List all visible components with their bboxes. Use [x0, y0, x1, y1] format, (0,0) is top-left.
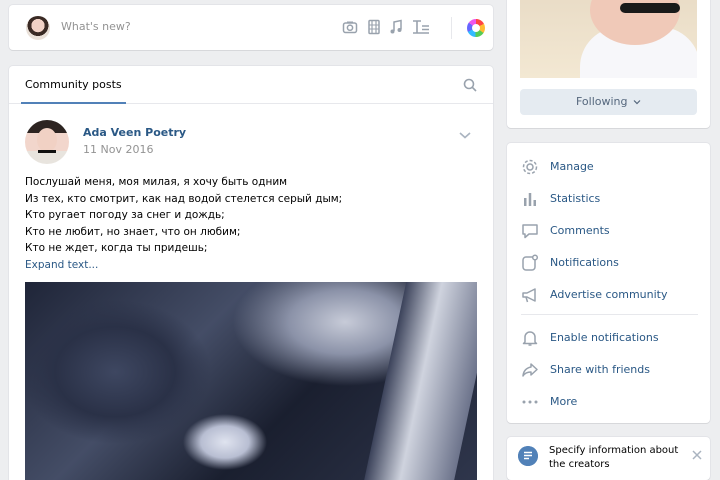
color-palette-icon[interactable] — [467, 19, 485, 37]
menu-divider — [521, 314, 698, 315]
menu-item-notifications[interactable]: Notifications — [521, 246, 701, 278]
post-text-line: Из тех, кто смотрит, как над водой стеле… — [25, 192, 343, 205]
community-avatar[interactable] — [25, 120, 69, 164]
whats-new-input[interactable]: What's new? — [61, 20, 131, 33]
menu-item-share[interactable]: Share with friends — [521, 353, 701, 385]
chevron-down-icon — [633, 100, 641, 105]
menu-label: Manage — [550, 160, 594, 173]
user-avatar[interactable] — [26, 16, 50, 40]
post-photo[interactable] — [25, 282, 477, 480]
tab-community-posts[interactable]: Community posts — [21, 78, 126, 104]
post-text-line: Кто не ждет, когда ты придешь; — [25, 242, 208, 254]
camera-icon[interactable] — [342, 19, 358, 35]
menu-label: Comments — [550, 224, 610, 237]
expand-text-link[interactable]: Expand text... — [25, 257, 477, 274]
bell-icon — [522, 331, 538, 346]
community-profile-card: Following — [507, 0, 710, 128]
article-icon[interactable] — [412, 19, 430, 35]
document-icon — [518, 446, 538, 466]
more-icon — [522, 400, 538, 404]
menu-label: Share with friends — [550, 363, 650, 376]
search-icon[interactable] — [463, 78, 477, 92]
menu-label: Notifications — [550, 256, 619, 269]
community-cover-photo[interactable] — [520, 0, 697, 78]
comment-icon — [522, 224, 538, 239]
notification-icon — [522, 254, 539, 271]
menu-item-statistics[interactable]: Statistics — [521, 182, 701, 214]
community-posts-card: Community posts Ada Veen Poetry 11 Nov 2… — [9, 66, 493, 480]
gear-icon — [522, 159, 538, 175]
video-icon[interactable] — [366, 19, 382, 35]
menu-label: Statistics — [550, 192, 601, 205]
menu-item-comments[interactable]: Comments — [521, 214, 701, 246]
menu-label: Enable notifications — [550, 331, 659, 344]
notice-text: Specify information about the creators — [549, 445, 679, 470]
following-label: Following — [575, 95, 628, 108]
share-icon — [522, 363, 538, 377]
post-text: Послушай меня, моя милая, я хочу быть од… — [25, 174, 477, 273]
menu-item-enable-notifications[interactable]: Enable notifications — [521, 321, 701, 353]
post-text-line: Послушай меня, моя милая, я хочу быть од… — [25, 176, 288, 188]
toolbar-divider — [451, 17, 452, 39]
music-icon[interactable] — [388, 19, 404, 35]
post-date[interactable]: 11 Nov 2016 — [83, 143, 153, 156]
post-composer: What's new? — [9, 5, 493, 50]
post-text-line: Кто не любит, но знает, что он любим; — [25, 225, 241, 238]
megaphone-icon — [522, 288, 536, 303]
menu-label: Advertise community — [550, 288, 668, 301]
cover-choker — [620, 3, 680, 13]
posts-tabs: Community posts — [9, 66, 493, 104]
chevron-down-icon[interactable] — [459, 130, 471, 140]
post-text-line: Кто ругает погоду за снег и дождь; — [25, 209, 225, 221]
menu-item-more[interactable]: More — [521, 385, 701, 417]
community-menu: Manage Statistics Comments Notifications… — [507, 143, 710, 423]
following-button[interactable]: Following — [520, 89, 697, 115]
bar-chart-icon — [524, 193, 536, 206]
post-header: Ada Veen Poetry 11 Nov 2016 — [25, 120, 477, 164]
menu-item-manage[interactable]: Manage — [521, 150, 701, 182]
close-icon[interactable] — [692, 450, 702, 460]
post-author-link[interactable]: Ada Veen Poetry — [83, 126, 186, 139]
menu-label: More — [550, 395, 578, 408]
creators-info-notice[interactable]: Specify information about the creators — [507, 437, 710, 480]
photo-highlight — [363, 282, 477, 480]
menu-item-advertise[interactable]: Advertise community — [521, 278, 701, 310]
